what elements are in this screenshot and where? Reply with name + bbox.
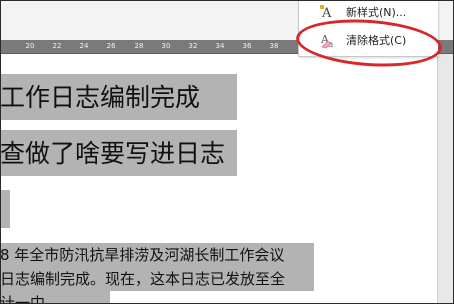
clear-format-icon: A a xyxy=(319,31,341,50)
menu-item-clear-format[interactable]: A a 清除格式(C) xyxy=(299,30,438,50)
ruler-number: 34 xyxy=(215,42,225,50)
ruler-number: 20 xyxy=(25,42,35,50)
body-line-2[interactable]: 日志编制完成。现在，这本日志已发放至全 xyxy=(0,269,285,289)
ruler-number: 36 xyxy=(242,42,252,50)
selection-highlight xyxy=(0,190,10,228)
page-margin-right xyxy=(437,54,454,304)
ruler-number: 28 xyxy=(134,42,144,50)
new-style-label: 新样式(N)... xyxy=(346,6,407,19)
menu-item-new-style[interactable]: A 新样式(N)... xyxy=(299,2,438,22)
word-window: 20 22 24 26 28 30 32 34 36 38 工作日志编制完成 查… xyxy=(0,0,454,304)
heading-line-1[interactable]: 工作日志编制完成 xyxy=(0,82,200,114)
ruler-number: 38 xyxy=(269,42,279,50)
heading-line-2[interactable]: 查做了啥要写进日志 xyxy=(0,138,225,170)
clear-format-label: 清除格式(C) xyxy=(346,34,407,47)
styles-dropdown-menu: A 新样式(N)... A a 清除格式(C) xyxy=(298,0,438,57)
ruler-number: 22 xyxy=(52,42,62,50)
ruler-number: 24 xyxy=(79,42,89,50)
ruler-number: 32 xyxy=(188,42,198,50)
document-page[interactable]: 工作日志编制完成 查做了啥要写进日志 8 年全市防汛抗旱排涝及河湖长制工作会议 … xyxy=(0,54,437,304)
ruler-number: 30 xyxy=(161,42,171,50)
ruler-number: 26 xyxy=(106,42,116,50)
body-line-1[interactable]: 8 年全市防汛抗旱排涝及河湖长制工作会议 xyxy=(0,245,284,265)
body-line-3[interactable]: 计一中 xyxy=(0,293,45,304)
new-style-icon: A xyxy=(319,3,341,21)
